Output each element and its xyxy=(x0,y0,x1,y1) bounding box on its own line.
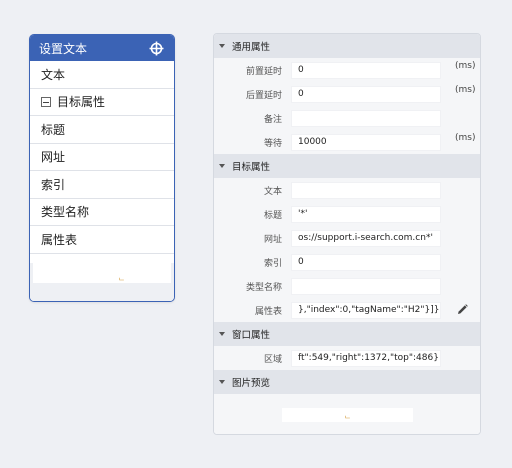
section-window-body: 区域 ft":549,"right":1372,"top":486} xyxy=(214,346,480,370)
section-title: 通用属性 xyxy=(232,42,271,53)
unit-label: (ms) xyxy=(455,133,476,143)
prop-label: 后置延时 xyxy=(245,90,282,101)
prop-label: 文本 xyxy=(263,186,282,197)
unit-label: (ms) xyxy=(455,85,476,95)
url-input[interactable]: os://support.i-search.com.cn*' xyxy=(291,229,441,247)
node-group-target[interactable]: 目标属性 xyxy=(30,89,174,116)
section-window-header[interactable]: 窗口属性 xyxy=(214,322,480,346)
minus-box-icon[interactable] xyxy=(41,96,51,107)
prop-label: 索引 xyxy=(263,258,282,269)
prop-label: 等待 xyxy=(263,138,282,149)
post-delay-input[interactable]: 0 xyxy=(291,85,441,103)
node-item-url[interactable]: 网址 xyxy=(30,144,174,171)
node-item-type-name[interactable]: 类型名称 xyxy=(30,199,174,226)
node-item-label: 属性表 xyxy=(41,232,78,247)
type-name-input[interactable] xyxy=(291,277,441,295)
prop-label: 前置延时 xyxy=(245,66,282,77)
node-item-text[interactable]: 文本 xyxy=(30,61,174,89)
node-item-label: 类型名称 xyxy=(41,205,90,220)
region-input[interactable]: ft":549,"right":1372,"top":486} xyxy=(291,349,441,367)
prop-row-post-delay: 后置延时 0 (ms) xyxy=(214,82,480,106)
prop-row-text: 文本 xyxy=(214,178,480,202)
prop-row-attr-table: 属性表 },"index":0,"tagName":"H2"}]} xyxy=(214,298,480,322)
prop-label: 标题 xyxy=(263,210,282,221)
node-item-index[interactable]: 索引 xyxy=(30,171,174,199)
section-target-body: 文本 标题 '*' 网址 os://support.i-search.com.c… xyxy=(214,178,480,322)
section-general-header[interactable]: 通用属性 xyxy=(214,34,480,58)
node-preview-area: ⨽ xyxy=(30,263,174,301)
node-item-label: 文本 xyxy=(41,67,66,82)
pre-delay-input[interactable]: 0 xyxy=(291,61,441,79)
prop-label: 属性表 xyxy=(254,306,282,317)
prop-row-wait: 等待 10000 (ms) xyxy=(214,130,480,154)
node-item-attr-table[interactable]: 属性表 xyxy=(30,226,174,254)
prop-row-pre-delay: 前置延时 0 (ms) xyxy=(214,58,480,82)
preview-image: ⨽ xyxy=(282,408,413,422)
section-preview-body: ⨽ xyxy=(214,394,480,434)
caret-down-icon xyxy=(219,332,225,336)
node-item-label: 索引 xyxy=(41,177,66,192)
prop-row-region: 区域 ft":549,"right":1372,"top":486} xyxy=(214,346,480,370)
section-target-header[interactable]: 目标属性 xyxy=(214,154,480,178)
title-input[interactable]: '*' xyxy=(291,205,441,223)
attr-table-input[interactable]: },"index":0,"tagName":"H2"}]} xyxy=(291,301,441,319)
broken-image-icon: ⨽ xyxy=(119,274,125,284)
node-item-label: 标题 xyxy=(41,122,66,137)
section-title: 窗口属性 xyxy=(232,330,271,341)
prop-row-note: 备注 xyxy=(214,106,480,130)
note-input[interactable] xyxy=(291,109,441,127)
prop-row-url: 网址 os://support.i-search.com.cn*' xyxy=(214,226,480,250)
caret-down-icon xyxy=(219,164,225,168)
node-item-title[interactable]: 标题 xyxy=(30,116,174,144)
broken-image-icon: ⨽ xyxy=(345,412,351,422)
prop-label: 类型名称 xyxy=(245,282,282,293)
prop-row-title: 标题 '*' xyxy=(214,202,480,226)
prop-label: 备注 xyxy=(263,114,282,125)
node-preview-image: ⨽ xyxy=(33,263,171,284)
unit-label: (ms) xyxy=(455,61,476,71)
prop-label: 区域 xyxy=(263,354,282,365)
pencil-icon[interactable] xyxy=(457,304,468,318)
caret-down-icon xyxy=(219,380,225,384)
crosshair-icon[interactable] xyxy=(149,41,164,56)
node-item-label: 网址 xyxy=(41,150,66,165)
property-panel: 通用属性 前置延时 0 (ms) 后置延时 0 (ms) 备注 等待 10000… xyxy=(213,33,481,435)
section-title: 目标属性 xyxy=(232,162,271,173)
index-input[interactable]: 0 xyxy=(291,253,441,271)
node-title: 设置文本 xyxy=(39,41,88,56)
wait-input[interactable]: 10000 xyxy=(291,133,441,151)
node-header[interactable]: 设置文本 xyxy=(30,35,174,61)
section-title: 图片预览 xyxy=(232,378,271,389)
activity-node-card[interactable]: 设置文本 文本 目标属性 标题 网址 索引 类型名称 属性表 ⨽ xyxy=(29,34,175,302)
section-general-body: 前置延时 0 (ms) 后置延时 0 (ms) 备注 等待 10000 (ms) xyxy=(214,58,480,154)
prop-row-index: 索引 0 xyxy=(214,250,480,274)
prop-label: 网址 xyxy=(263,234,282,245)
prop-row-type-name: 类型名称 xyxy=(214,274,480,298)
caret-down-icon xyxy=(219,44,225,48)
text-input[interactable] xyxy=(291,181,441,199)
section-preview-header[interactable]: 图片预览 xyxy=(214,370,480,394)
node-item-label: 目标属性 xyxy=(57,95,106,110)
